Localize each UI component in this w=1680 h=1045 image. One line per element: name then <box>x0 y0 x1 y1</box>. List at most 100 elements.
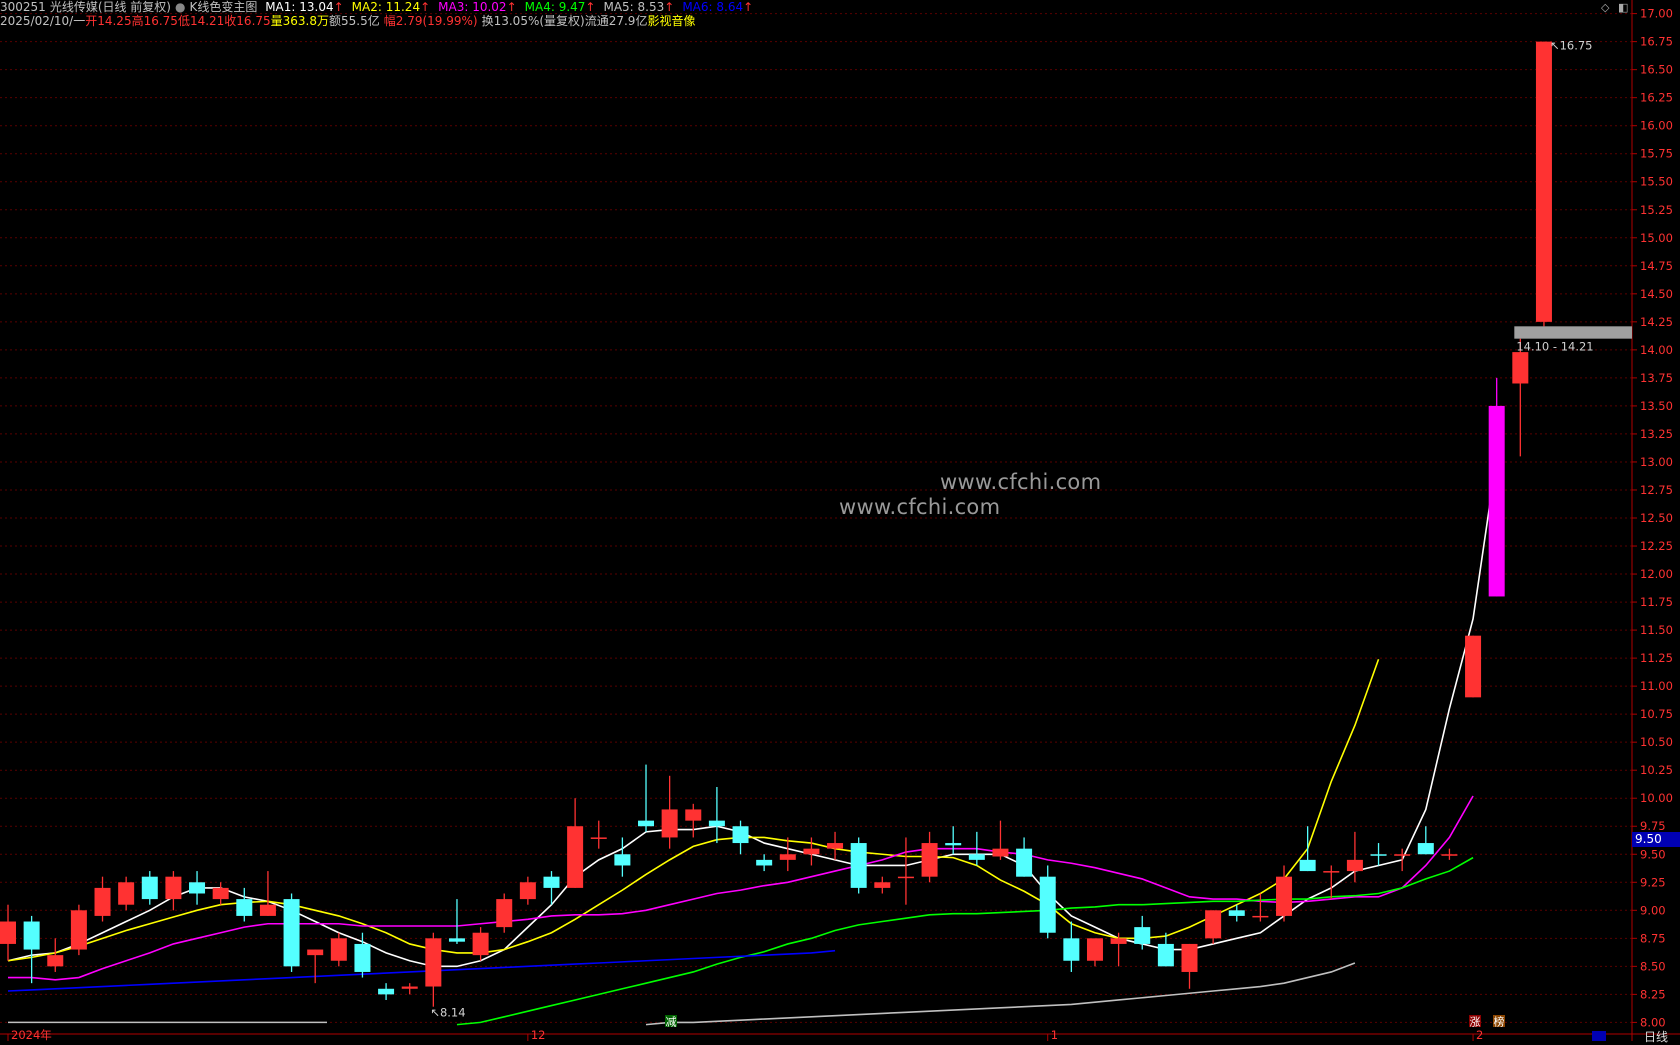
candle-body <box>378 988 395 995</box>
gap-range-label: 14.10 - 14.21 <box>1516 340 1593 354</box>
candle-body <box>1086 938 1103 961</box>
candle-body <box>614 854 631 866</box>
y-tick-label: 15.25 <box>1640 203 1673 217</box>
period-label[interactable]: 日线 <box>1644 1028 1668 1045</box>
y-tick-label: 9.25 <box>1640 875 1666 889</box>
candle-body <box>259 904 276 916</box>
candle-body <box>1370 854 1387 856</box>
candle-body <box>1157 943 1174 967</box>
candle-body <box>472 932 489 956</box>
candle-body <box>992 848 1009 857</box>
candle-body <box>425 938 442 987</box>
candle-body <box>590 837 607 839</box>
candle-body <box>661 809 678 838</box>
candle-body <box>685 809 702 821</box>
y-tick-label: 14.50 <box>1640 287 1673 301</box>
y-tick-label: 16.25 <box>1640 91 1673 105</box>
candle-body <box>827 843 844 849</box>
y-tick-label: 14.25 <box>1640 315 1673 329</box>
candle-body <box>236 899 253 916</box>
x-tick-label: 1 <box>1051 1028 1058 1041</box>
candle-body <box>1535 41 1552 322</box>
y-tick-label: 8.25 <box>1640 987 1666 1001</box>
candlestick-chart: 8.008.258.508.759.009.259.509.7510.0010.… <box>0 0 1680 1041</box>
y-tick-label: 8.50 <box>1640 959 1666 973</box>
candle-body <box>401 986 418 989</box>
candle-body <box>1323 871 1340 873</box>
candle-body <box>1299 859 1316 872</box>
low-marker: ↖8.14 <box>430 1006 465 1020</box>
y-tick-label: 12.50 <box>1640 511 1673 525</box>
candle-body <box>803 848 820 855</box>
candle-body <box>519 882 536 900</box>
candle-body <box>1441 854 1458 856</box>
x-tick-label: 2 <box>1476 1028 1483 1041</box>
candle-body <box>118 882 135 905</box>
y-tick-label: 9.00 <box>1640 903 1666 917</box>
candle-body <box>756 859 773 866</box>
candle-body <box>1181 943 1198 972</box>
badge-zhang: 涨 <box>1470 1016 1481 1029</box>
y-tick-label: 17.00 <box>1640 7 1673 21</box>
y-tick-label: 13.50 <box>1640 399 1673 413</box>
candle-body <box>1394 854 1411 856</box>
candle-body <box>307 949 324 956</box>
y-tick-label: 10.25 <box>1640 763 1673 777</box>
gap-band <box>1514 326 1632 339</box>
y-tick-label: 8.75 <box>1640 931 1666 945</box>
ma-line-ma5 <box>645 962 1356 1026</box>
candle-body <box>638 820 655 827</box>
candle-body <box>945 843 962 846</box>
y-tick-label: 16.75 <box>1640 35 1673 49</box>
candle-body <box>1063 938 1080 961</box>
candle-body <box>212 887 229 900</box>
watermark-2: www.cfchi.com <box>839 495 1001 519</box>
candle-body <box>1488 405 1505 597</box>
y-tick-label: 13.00 <box>1640 455 1673 469</box>
y-tick-label: 14.75 <box>1640 259 1673 273</box>
candle-body <box>1039 876 1056 933</box>
candle-body <box>850 843 867 888</box>
y-tick-label: 13.25 <box>1640 427 1673 441</box>
y-tick-label: 15.50 <box>1640 175 1673 189</box>
candle-body <box>283 899 300 967</box>
y-tick-label: 16.00 <box>1640 119 1673 133</box>
y-tick-label: 16.50 <box>1640 63 1673 77</box>
candle-body <box>708 820 725 827</box>
candle-body <box>968 854 985 860</box>
candle-body <box>354 943 371 972</box>
candle-body <box>70 910 87 950</box>
candle-body <box>779 854 796 860</box>
badge-bang: 榜 <box>1494 1015 1505 1029</box>
candle-body <box>1417 843 1434 855</box>
scroll-indicator <box>1592 1031 1606 1041</box>
candle-body <box>1346 859 1363 872</box>
candle-body <box>1016 848 1033 877</box>
y-tick-label: 10.75 <box>1640 707 1673 721</box>
candle-body <box>874 882 891 888</box>
candle-body <box>1276 876 1293 916</box>
candle-body <box>1228 910 1245 916</box>
candle-body <box>732 826 749 844</box>
y-tick-label: 11.75 <box>1640 595 1673 609</box>
y-tick-label: 9.50 <box>1640 847 1666 861</box>
candle-body <box>543 876 560 888</box>
candle-body <box>921 843 938 877</box>
y-tick-label: 14.00 <box>1640 343 1673 357</box>
current-price-tag: 9.50 <box>1632 832 1680 847</box>
ma-line-ma6 <box>7 949 836 992</box>
x-tick-label: 2024年 <box>11 1028 52 1041</box>
candle-body <box>141 876 158 900</box>
y-tick-label: 11.25 <box>1640 651 1673 665</box>
candle-body <box>496 899 513 928</box>
candle-body <box>567 826 584 888</box>
y-tick-label: 11.00 <box>1640 679 1673 693</box>
candle-body <box>448 938 465 942</box>
y-tick-label: 12.00 <box>1640 567 1673 581</box>
candle-body <box>1110 938 1127 944</box>
y-tick-label: 15.75 <box>1640 147 1673 161</box>
candle-body <box>1134 927 1151 944</box>
candle-body <box>330 938 347 961</box>
y-tick-label: 12.25 <box>1640 539 1673 553</box>
y-tick-label: 10.00 <box>1640 791 1673 805</box>
